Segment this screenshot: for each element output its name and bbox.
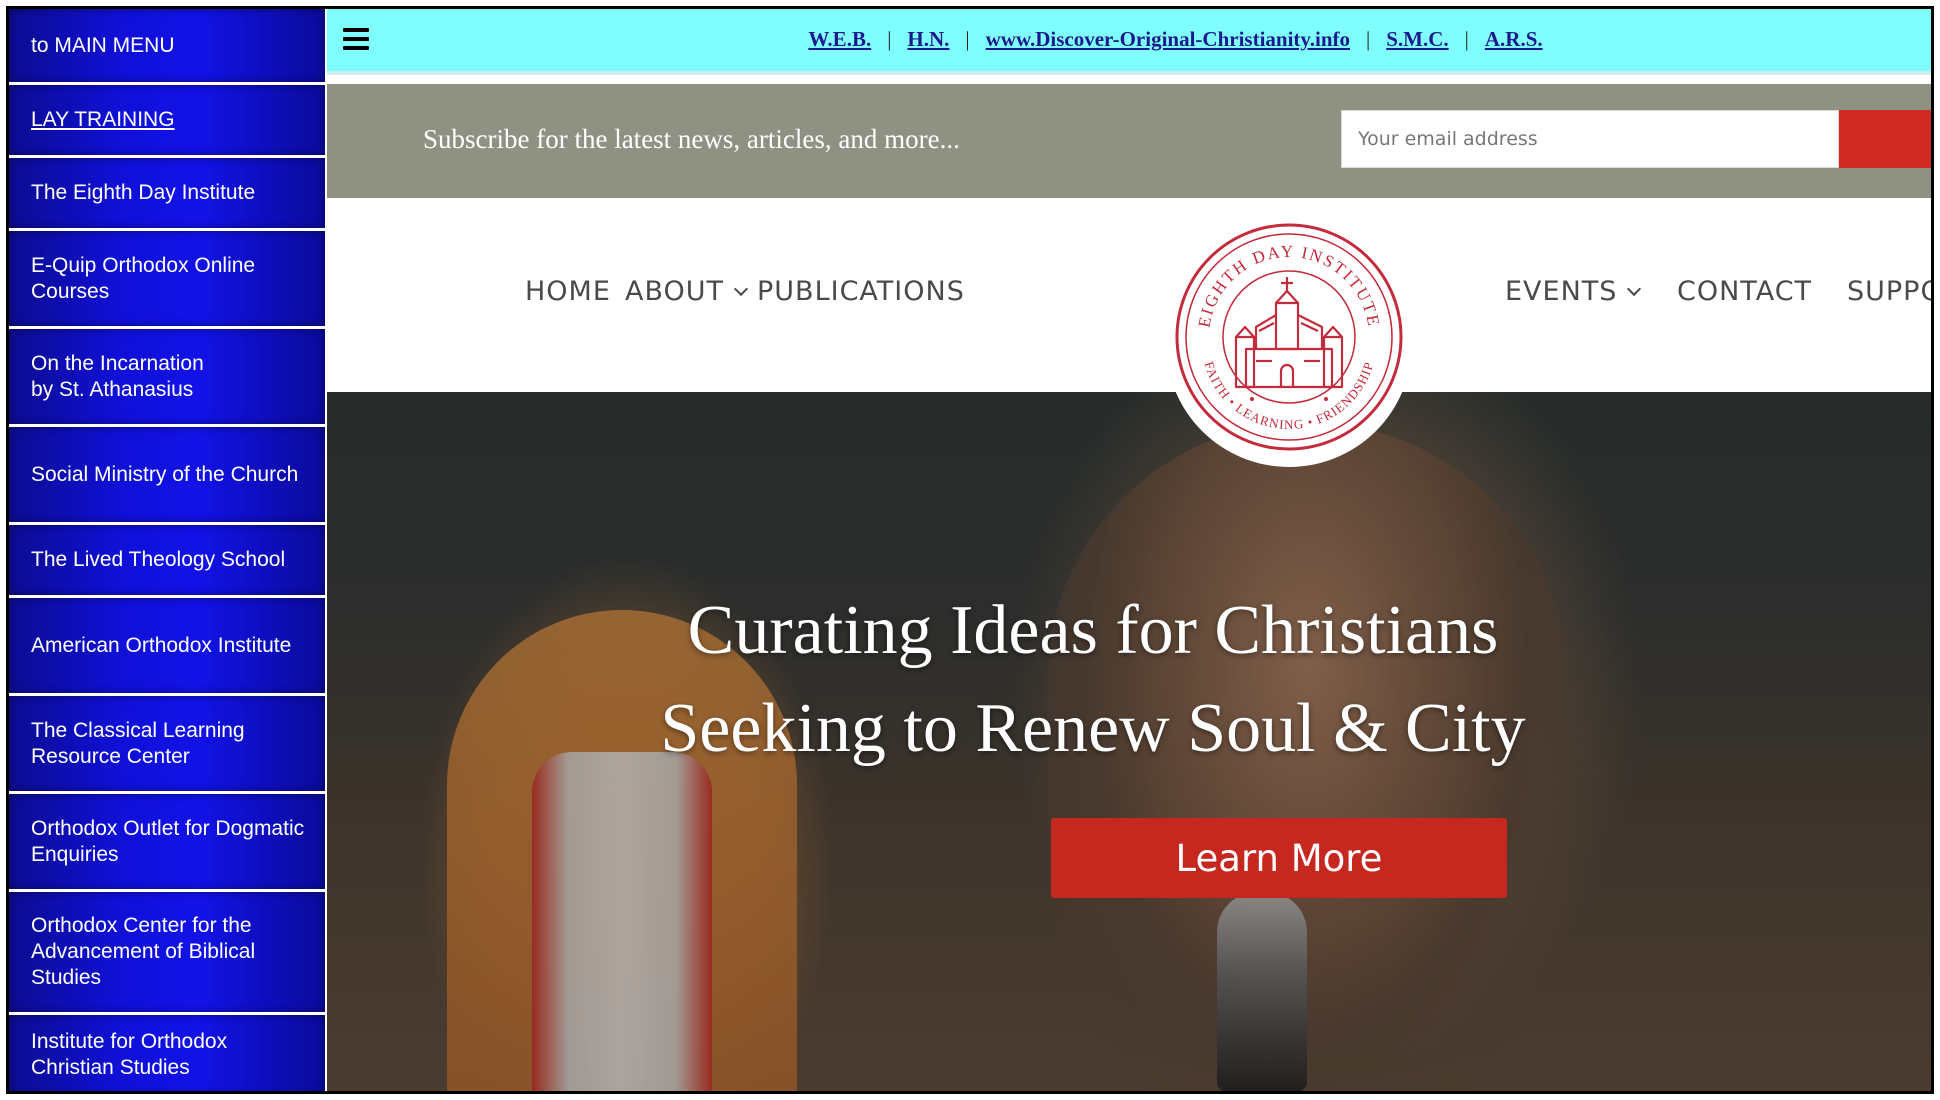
sidebar-item-label: E-Quip Orthodox Online Courses	[31, 253, 256, 303]
sidebar-item-label: The Classical Learning Resource Center	[31, 718, 245, 768]
hero-title-line-2: Seeking to Renew Soul & City	[660, 690, 1526, 767]
sidebar-item-label: Institute for Orthodox Christian Studies	[31, 1030, 228, 1079]
sidebar-item-label: American Orthodox Institute	[31, 633, 292, 657]
sidebar-item-label: Orthodox Center for the Advancement of B…	[31, 914, 256, 989]
link-hn[interactable]: H.N.	[907, 27, 949, 51]
hero-title-line-1: Curating Ideas for Christians	[687, 592, 1499, 669]
separator: |	[965, 27, 970, 51]
sidebar-item-label: Social Ministry of the Church	[31, 462, 299, 486]
sidebar-item-lay-training[interactable]: LAY TRAINING	[9, 85, 325, 155]
nav-events[interactable]: EVENTS	[1505, 276, 1642, 307]
subscribe-button[interactable]	[1839, 110, 1931, 168]
sidebar-item-social-ministry[interactable]: Social Ministry of the Church	[9, 427, 325, 522]
sidebar-item-lived-theology[interactable]: The Lived Theology School	[9, 525, 325, 595]
page-frame: to MAIN MENU LAY TRAINING The Eighth Day…	[6, 6, 1934, 1094]
nav-about-label: ABOUT	[625, 276, 725, 307]
sidebar-item-equip-courses[interactable]: E-Quip Orthodox Online Courses	[9, 231, 325, 326]
sidebar-item-iocs[interactable]: Institute for Orthodox Christian Studies	[9, 1015, 325, 1091]
learn-more-button[interactable]: Learn More	[1051, 818, 1507, 898]
link-smc[interactable]: S.M.C.	[1386, 27, 1448, 51]
separator: |	[1366, 27, 1371, 51]
main-nav: HOME ABOUT PUBLICATIONS EVENTS CONTACT S…	[327, 198, 1931, 392]
hero-banner: Curating Ideas for Christians Seeking to…	[327, 392, 1931, 1091]
chevron-down-icon	[733, 281, 749, 297]
eighth-day-institute-logo[interactable]: EIGHTH DAY INSTITUTE FAITH • LEARNING • …	[1164, 219, 1414, 469]
main-panel: W.E.B. | H.N. | www.Discover-Original-Christ…	[327, 9, 1931, 1091]
nav-support[interactable]: SUPPO	[1847, 276, 1931, 307]
nav-publications[interactable]: PUBLICATIONS	[757, 276, 965, 307]
sidebar-item-biblical-studies[interactable]: Orthodox Center for the Advancement of B…	[9, 892, 325, 1012]
sidebar: to MAIN MENU LAY TRAINING The Eighth Day…	[9, 9, 325, 1091]
subscribe-text: Subscribe for the latest news, articles,…	[423, 124, 960, 154]
sidebar-item-label: The Eighth Day Institute	[31, 181, 256, 204]
sidebar-item-main-menu[interactable]: to MAIN MENU	[9, 9, 325, 82]
sidebar-item-eighth-day-institute[interactable]: The Eighth Day Institute	[9, 158, 325, 228]
sidebar-item-label: to MAIN MENU	[31, 33, 175, 57]
nav-about[interactable]: ABOUT	[625, 276, 749, 307]
email-field[interactable]	[1341, 110, 1839, 168]
sidebar-item-label: On the Incarnation by St. Athanasius	[31, 351, 204, 401]
nav-home[interactable]: HOME	[525, 276, 611, 307]
link-discover-original-christianity[interactable]: www.Discover-Original-Christianity.info	[986, 27, 1350, 51]
sidebar-item-american-orthodox[interactable]: American Orthodox Institute	[9, 598, 325, 693]
sidebar-item-classical-learning[interactable]: The Classical Learning Resource Center	[9, 696, 325, 791]
sidebar-item-label: The Lived Theology School	[31, 548, 286, 571]
separator: |	[1464, 27, 1469, 51]
hero-title: Curating Ideas for Christians Seeking to…	[327, 582, 1859, 778]
nav-contact[interactable]: CONTACT	[1677, 276, 1812, 307]
nav-events-label: EVENTS	[1505, 276, 1618, 307]
sidebar-item-label: LAY TRAINING	[31, 108, 175, 131]
chevron-down-icon	[1627, 281, 1642, 297]
separator: |	[887, 27, 892, 51]
top-links: W.E.B. | H.N. | www.Discover-Original-Christ…	[327, 9, 1931, 75]
link-ars[interactable]: A.R.S.	[1485, 27, 1543, 51]
link-web[interactable]: W.E.B.	[808, 27, 871, 51]
sidebar-item-orthodox-outlet[interactable]: Orthodox Outlet for Dogmatic Enquiries	[9, 794, 325, 889]
top-link-bar: W.E.B. | H.N. | www.Discover-Original-Christ…	[327, 9, 1931, 75]
sidebar-item-label: Orthodox Outlet for Dogmatic Enquiries	[31, 816, 305, 866]
subscribe-bar: Subscribe for the latest news, articles,…	[327, 84, 1931, 198]
sidebar-item-incarnation[interactable]: On the Incarnation by St. Athanasius	[9, 329, 325, 424]
